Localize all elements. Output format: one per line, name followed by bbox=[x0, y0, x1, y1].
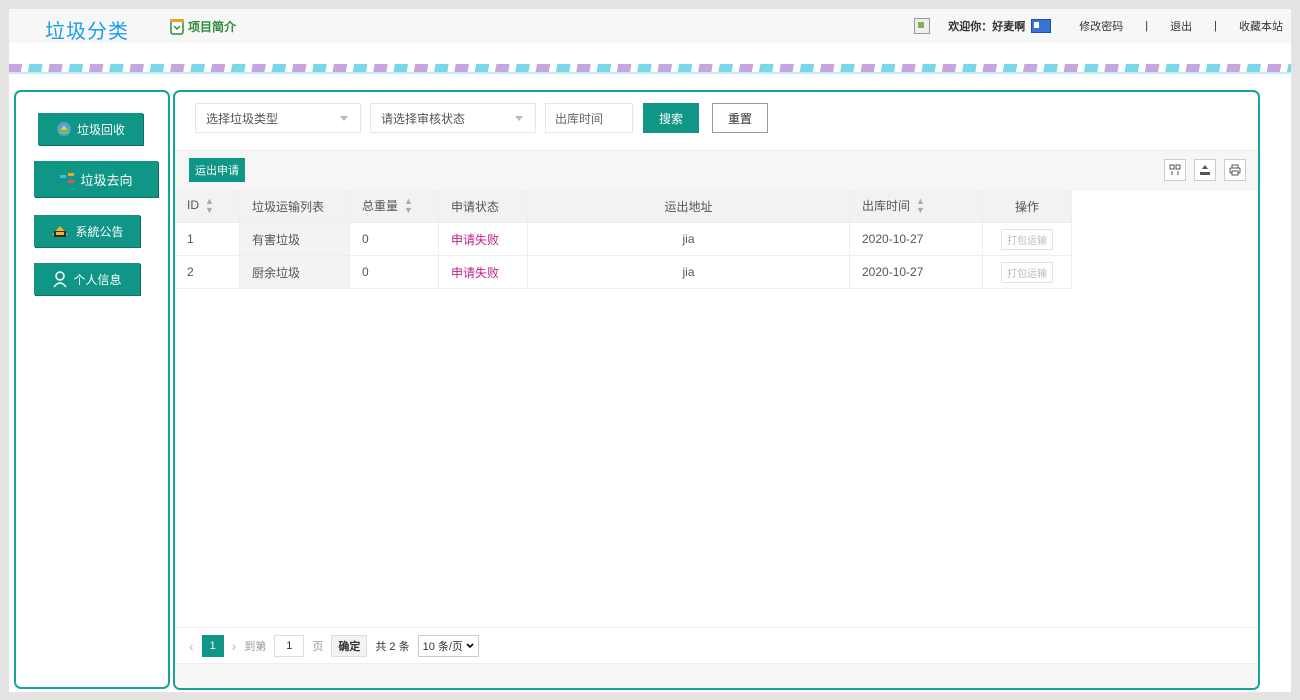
column-header-name: 垃圾运输列表 bbox=[239, 190, 350, 223]
goto-confirm-button[interactable]: 确定 bbox=[331, 634, 368, 657]
columns-icon[interactable] bbox=[1164, 159, 1186, 181]
user-menu: 欢迎你：好麦啊 修改密码 | 退出 | 收藏本站 bbox=[914, 18, 1283, 34]
page-size-value: 10 条/页 bbox=[422, 640, 463, 653]
sort-icon[interactable]: ▲ ▼ bbox=[205, 197, 214, 215]
goto-page-input[interactable]: 1 bbox=[274, 634, 305, 657]
search-button[interactable]: 搜索 bbox=[643, 103, 699, 133]
avatar-image bbox=[914, 18, 931, 34]
id-card-icon bbox=[1031, 19, 1052, 33]
sidebar-item-direction[interactable]: 垃圾去向 bbox=[34, 161, 158, 197]
column-header-address: 运出地址 bbox=[527, 190, 850, 223]
separator: | bbox=[1145, 20, 1149, 32]
cell-weight: 0 bbox=[349, 222, 439, 256]
sidebar-item-label: 个人信息 bbox=[73, 272, 122, 287]
trash-bin-icon bbox=[169, 17, 185, 35]
column-header-id[interactable]: ID ▲ ▼ bbox=[175, 190, 240, 223]
filter-bar: 选择垃圾类型 请选择审核状态 出库时间 搜索 重置 bbox=[195, 103, 768, 133]
footer-band bbox=[175, 663, 1258, 688]
logout-link[interactable]: 退出 bbox=[1170, 18, 1192, 34]
date-input[interactable]: 出库时间 bbox=[545, 103, 633, 133]
direction-icon bbox=[59, 172, 75, 186]
export-icon[interactable] bbox=[1194, 159, 1216, 181]
decorative-line bbox=[9, 72, 1291, 74]
pack-ship-button[interactable]: 打包运输 bbox=[1001, 228, 1053, 250]
sidebar-item-label: 垃圾去向 bbox=[80, 172, 133, 188]
pack-ship-button[interactable]: 打包运输 bbox=[1001, 261, 1053, 283]
sidebar-item-recycle[interactable]: 垃圾回收 bbox=[38, 113, 143, 145]
recycle-icon bbox=[56, 121, 72, 137]
prev-page-button[interactable]: ‹ bbox=[189, 638, 194, 654]
next-page-button[interactable]: › bbox=[232, 638, 237, 654]
cell-status: 申请失败 bbox=[438, 255, 528, 289]
cell-date: 2020-10-27 bbox=[849, 222, 983, 256]
separator: | bbox=[1214, 20, 1217, 32]
chevron-down-icon bbox=[515, 115, 523, 121]
bookmark-link[interactable]: 收藏本站 bbox=[1239, 18, 1283, 34]
audit-status-placeholder: 请选择审核状态 bbox=[381, 111, 466, 126]
user-icon bbox=[52, 270, 68, 288]
sidebar: 垃圾回收 垃圾去向 系統公告 个人信息 bbox=[14, 90, 170, 689]
chevron-down-icon bbox=[466, 642, 474, 648]
page-label: 页 bbox=[312, 640, 324, 653]
cell-action: 打包运输 bbox=[982, 255, 1072, 289]
page-size-select[interactable]: 10 条/页 bbox=[417, 634, 479, 657]
pagination: ‹ 1 › 到第 1 页 确定 共 2 条 10 条/页 bbox=[175, 627, 1258, 663]
cell-address: jia bbox=[527, 255, 850, 289]
cell-address: jia bbox=[527, 222, 850, 256]
garbage-type-select[interactable]: 选择垃圾类型 bbox=[195, 103, 361, 133]
project-intro-link[interactable]: 项目简介 bbox=[169, 17, 236, 35]
audit-status-select[interactable]: 请选择审核状态 bbox=[370, 103, 536, 133]
welcome-text: 欢迎你：好麦啊 bbox=[948, 21, 1026, 33]
main-panel: 选择垃圾类型 请选择审核状态 出库时间 搜索 重置 运出申请 ID ▲ ▼ 垃圾… bbox=[173, 90, 1260, 690]
app-frame: 垃圾分类 项目简介 欢迎你：好麦啊 修改密码 | 退出 | 收藏本站 垃圾回收 bbox=[9, 9, 1291, 692]
table-tools bbox=[1164, 159, 1246, 181]
sidebar-item-label: 垃圾回收 bbox=[76, 122, 125, 137]
sidebar-item-label: 系統公告 bbox=[75, 224, 124, 239]
table-row: 1 有害垃圾 0 申请失败 jia 2020-10-27 打包运输 bbox=[175, 222, 1072, 256]
garbage-type-placeholder: 选择垃圾类型 bbox=[206, 111, 279, 126]
cell-weight: 0 bbox=[349, 255, 439, 289]
print-icon[interactable] bbox=[1224, 159, 1246, 181]
table-row: 2 厨余垃圾 0 申请失败 jia 2020-10-27 打包运输 bbox=[175, 255, 1072, 289]
change-password-link[interactable]: 修改密码 bbox=[1079, 18, 1123, 34]
date-placeholder: 出库时间 bbox=[555, 111, 604, 126]
table-header-row: ID ▲ ▼ 垃圾运输列表 总重量 ▲ ▼ 申请状态 运出地址 出库时间 ▲ ▼ 操作 bbox=[175, 190, 1072, 223]
sidebar-item-profile[interactable]: 个人信息 bbox=[34, 263, 140, 295]
sort-icon[interactable]: ▲ ▼ bbox=[404, 197, 413, 215]
cell-name: 有害垃圾 bbox=[239, 222, 350, 256]
cell-name: 厨余垃圾 bbox=[239, 255, 350, 289]
total-count: 共 2 条 bbox=[375, 640, 410, 653]
goto-label: 到第 bbox=[244, 640, 267, 653]
cell-id: 1 bbox=[175, 222, 240, 256]
top-header: 垃圾分类 项目简介 欢迎你：好麦啊 修改密码 | 退出 | 收藏本站 bbox=[9, 9, 1291, 43]
shipment-table: ID ▲ ▼ 垃圾运输列表 总重量 ▲ ▼ 申请状态 运出地址 出库时间 ▲ ▼ 操作 1 … bbox=[175, 190, 1072, 289]
cell-status: 申请失败 bbox=[438, 222, 528, 256]
chevron-down-icon bbox=[340, 115, 348, 121]
column-header-weight[interactable]: 总重量 ▲ ▼ bbox=[349, 190, 439, 223]
sidebar-item-notice[interactable]: 系統公告 bbox=[34, 215, 140, 247]
current-page[interactable]: 1 bbox=[201, 634, 224, 657]
column-header-action: 操作 bbox=[982, 190, 1072, 223]
cell-action: 打包运输 bbox=[982, 222, 1072, 256]
cell-date: 2020-10-27 bbox=[849, 255, 983, 289]
table-toolbar: 运出申请 bbox=[175, 150, 1258, 191]
project-intro-label: 项目简介 bbox=[188, 19, 237, 34]
reset-button[interactable]: 重置 bbox=[712, 103, 768, 133]
column-header-date[interactable]: 出库时间 ▲ ▼ bbox=[849, 190, 983, 223]
apply-shipment-button[interactable]: 运出申请 bbox=[189, 158, 245, 182]
sort-icon[interactable]: ▲ ▼ bbox=[916, 197, 925, 215]
cell-id: 2 bbox=[175, 255, 240, 289]
notice-icon bbox=[50, 223, 70, 239]
column-header-status: 申请状态 bbox=[438, 190, 528, 223]
app-logo[interactable]: 垃圾分类 bbox=[45, 15, 129, 44]
